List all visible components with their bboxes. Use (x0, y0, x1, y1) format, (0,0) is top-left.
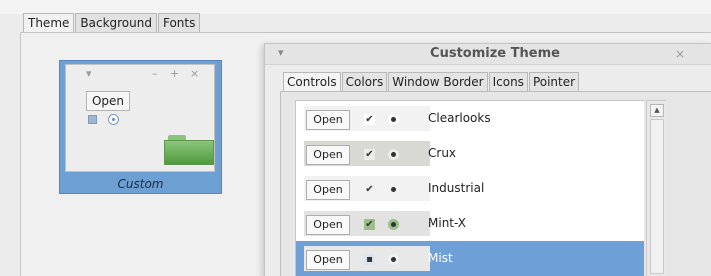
close-icon[interactable]: × (675, 47, 685, 61)
chevron-down-icon[interactable]: ▾ (278, 46, 284, 59)
theme-preview-label: Custom (117, 177, 164, 191)
theme-preview-window: ▾ – + × Open (65, 64, 215, 172)
theme-name: Clearlooks (428, 111, 491, 125)
top-strip (0, 0, 711, 14)
tab-icons[interactable]: Icons (488, 72, 528, 92)
tab-background[interactable]: Background (75, 13, 157, 33)
controls-theme-list[interactable]: Open ✔ Clearlooks Open ✔ Crux Open ✔ Ind… (295, 100, 644, 276)
theme-name: Crux (428, 146, 457, 160)
list-item[interactable]: Open ✔ Crux (296, 136, 644, 171)
preview-close-icon: × (190, 67, 200, 80)
theme-open-button: Open (306, 215, 350, 235)
preview-minimize-icon: – (152, 67, 158, 80)
checkbox-icon: ▪ (364, 254, 375, 265)
checkbox-icon: ✔ (364, 184, 375, 195)
scroll-up-icon[interactable]: ▲ (650, 104, 664, 117)
theme-open-button: Open (306, 110, 350, 130)
tab-window-border[interactable]: Window Border (388, 72, 488, 92)
list-item[interactable]: Open ✔ Mint-X (296, 206, 644, 241)
folder-body (164, 140, 214, 165)
radio-icon (388, 184, 399, 195)
list-scrollbar[interactable]: ▲ (646, 100, 666, 276)
tab-controls[interactable]: Controls (283, 72, 341, 93)
theme-name: Mist (428, 251, 453, 265)
checkbox-icon: ✔ (364, 114, 375, 125)
radio-icon (388, 114, 399, 125)
checkbox-icon: ✔ (364, 219, 375, 230)
theme-open-button: Open (306, 250, 350, 270)
customize-tab-bar: Controls Colors Window Border Icons Poin… (283, 72, 580, 93)
list-item-selected[interactable]: Open ▪ Mist (296, 241, 644, 276)
preview-radio-icon (108, 114, 119, 125)
tab-pointer[interactable]: Pointer (528, 72, 580, 92)
radio-icon (388, 254, 399, 265)
scroll-thumb[interactable] (650, 119, 664, 274)
checkbox-icon: ✔ (364, 149, 375, 160)
dialog-titlebar: ▾ Customize Theme × (265, 44, 711, 65)
preview-menu-icon: ▾ (86, 67, 92, 80)
theme-name: Mint-X (428, 216, 466, 230)
radio-icon (388, 219, 399, 230)
preview-checkbox-icon (88, 115, 97, 124)
list-item[interactable]: Open ✔ Clearlooks (296, 101, 644, 136)
tab-theme[interactable]: Theme (23, 13, 75, 34)
main-tab-bar: Theme Background Fonts (23, 13, 201, 34)
radio-icon (388, 149, 399, 160)
theme-open-button: Open (306, 180, 350, 200)
preview-titlebar: ▾ – + × (66, 65, 214, 83)
list-item[interactable]: Open ✔ Industrial (296, 171, 644, 206)
theme-name: Industrial (428, 181, 485, 195)
preview-maximize-icon: + (170, 67, 180, 80)
tab-fonts[interactable]: Fonts (157, 13, 201, 33)
theme-open-button: Open (306, 145, 350, 165)
preview-open-button: Open (86, 91, 130, 111)
folder-icon (164, 135, 214, 165)
tab-colors[interactable]: Colors (341, 72, 388, 92)
dialog-title: Customize Theme (430, 46, 560, 61)
